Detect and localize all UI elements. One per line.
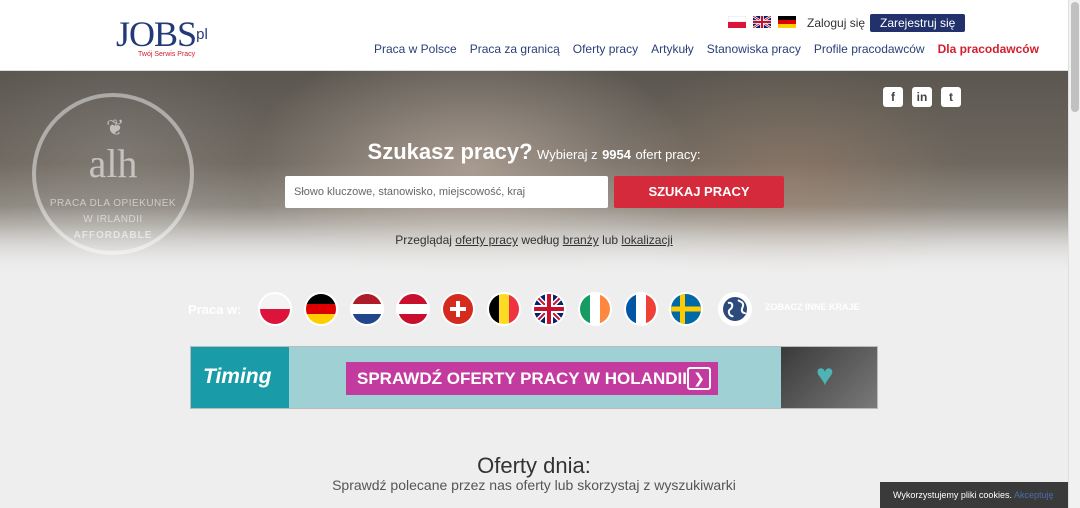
browse-text: lub [602,233,619,247]
scrollbar-thumb[interactable] [1071,2,1079,112]
main-nav: Praca w Polsce Praca za granicą Oferty p… [374,42,1039,56]
hero-section: ❦ alh PRACA DLA OPIEKUNEK W IRLANDII AFF… [0,71,1068,276]
banner-cta-button[interactable]: SPRAWDŹ OFERTY PRACY W HOLANDII ❯ [346,362,718,395]
logo-tld: .pl [192,26,208,43]
flag-netherlands-icon[interactable] [352,294,382,324]
hero-suffix: ofert pracy: [635,147,701,162]
nav-dla-pracodawcow[interactable]: Dla pracodawców [938,42,1039,56]
facebook-icon[interactable]: f [883,87,903,107]
browse-industry-link[interactable]: branży [563,233,599,247]
banner-artwork: ♥ [781,347,877,408]
banner-cta-label: SPRAWDŹ OFERTY PRACY W HOLANDII [357,369,687,388]
leaf-icon: ❦ [106,115,125,140]
banner-brand: Timing [203,365,272,388]
flag-poland-icon[interactable] [260,294,290,324]
offers-title: Oferty dnia: [477,453,591,478]
search-button[interactable]: SZUKAJ PRACY [614,176,784,208]
country-flags: Praca w: ZOBACZ INNE KRAJE [186,294,886,326]
twitter-icon[interactable]: t [941,87,961,107]
badge-line-2: W IRLANDII [83,214,143,225]
flag-sweden-icon[interactable] [671,294,701,324]
flag-belgium-icon[interactable] [489,294,519,324]
jobs-logo[interactable]: JOBS .pl Twój Serwis Pracy [116,14,216,58]
nav-praca-za-granica[interactable]: Praca za granicą [470,42,560,56]
more-countries-link[interactable]: ZOBACZ INNE KRAJE [765,302,860,312]
nav-stanowiska-pracy[interactable]: Stanowiska pracy [707,42,801,56]
timing-ad-banner[interactable]: Timing SPRAWDŹ OFERTY PRACY W HOLANDII ❯… [190,346,878,409]
heart-icon: ♥ [816,359,834,392]
browse-links: Przeglądaj oferty pracy według branży lu… [0,233,1068,247]
timing-logo: Timing [191,347,289,408]
linkedin-icon[interactable]: in [912,87,932,107]
browse-text: Przeglądaj [395,233,452,247]
cookie-accept-link[interactable]: Akceptuję [1014,490,1054,500]
flag-de-icon[interactable] [778,16,796,28]
hero-question: Szukasz pracy? [367,139,533,164]
nav-oferty-pracy[interactable]: Oferty pracy [573,42,638,56]
hero-prefix: Wybieraj z [537,147,598,162]
login-link[interactable]: Zaloguj się [807,16,865,30]
flag-switzerland-icon[interactable] [443,294,473,324]
flag-france-icon[interactable] [626,294,656,324]
hero-headline: Szukasz pracy? Wybieraj z 9954 ofert pra… [0,139,1068,165]
social-links: f in t [883,87,961,107]
flag-austria-icon[interactable] [398,294,428,324]
flag-germany-icon[interactable] [306,294,336,324]
badge-line-1: PRACA DLA OPIEKUNEK [49,198,177,209]
browse-offers-link[interactable]: oferty pracy [455,233,518,247]
alh-badge[interactable]: ❦ alh PRACA DLA OPIEKUNEK W IRLANDII AFF… [32,93,194,255]
globe-icon[interactable] [720,294,750,324]
site-header: JOBS .pl Twój Serwis Pracy Zaloguj się Z… [0,0,1068,71]
cookie-text: Wykorzystujemy pliki cookies. [893,490,1012,500]
flag-pl-icon[interactable] [728,16,746,28]
countries-label: Praca w: [188,302,242,317]
chevron-right-icon: ❯ [687,367,711,390]
search-input[interactable] [285,176,608,208]
offer-count: 9954 [602,147,631,162]
browse-text: według [521,233,560,247]
nav-profile-pracodawcow[interactable]: Profile pracodawców [814,42,925,56]
flag-ireland-icon[interactable] [580,294,610,324]
flag-united-kingdom-icon[interactable] [534,294,564,324]
cookie-notice: Wykorzystujemy pliki cookies. Akceptuję [880,482,1068,508]
nav-artykuly[interactable]: Artykuły [651,42,694,56]
language-switcher [728,16,796,28]
nav-praca-w-polsce[interactable]: Praca w Polsce [374,42,457,56]
browse-location-link[interactable]: lokalizacji [621,233,672,247]
logo-wordmark: JOBS [116,14,197,54]
flag-gb-icon[interactable] [753,16,771,28]
page-scrollbar[interactable] [1068,0,1080,508]
register-button[interactable]: Zarejestruj się [870,14,966,32]
logo-tagline: Twój Serwis Pracy [138,51,196,58]
